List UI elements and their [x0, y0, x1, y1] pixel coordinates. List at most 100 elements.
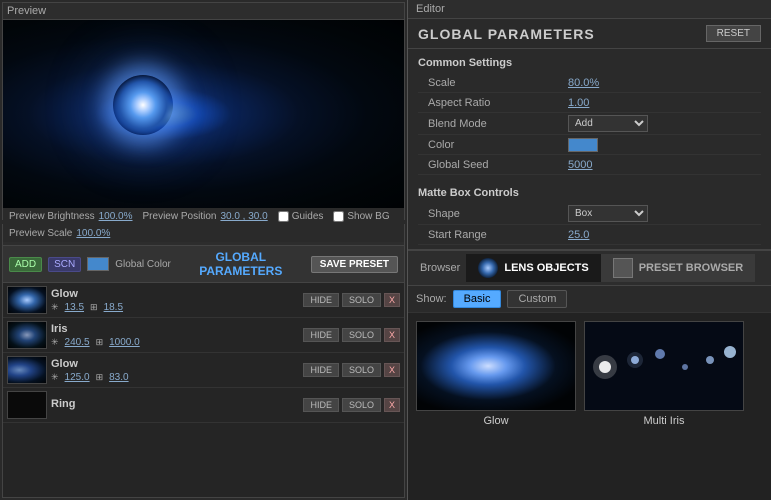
show-label: Show:	[416, 293, 447, 305]
common-settings-heading: Common Settings	[418, 57, 761, 69]
solo-button[interactable]: SOLO	[342, 293, 381, 307]
stack-thumbnail	[7, 321, 47, 349]
list-item: Iris ✳ 240.5 ⊞ 1000.0 HIDE SOLO X	[3, 318, 404, 353]
show-bg-checkbox[interactable]	[333, 211, 344, 222]
stack-item-info: Glow ✳ 125.0 ⊞ 83.0	[51, 358, 299, 383]
param2-value[interactable]: 83.0	[109, 372, 128, 383]
start-range-value[interactable]: 25.0	[568, 229, 589, 241]
global-color-swatch[interactable]	[87, 257, 109, 271]
color-swatch[interactable]	[568, 138, 598, 152]
preview-scale-label: Preview Scale	[9, 228, 72, 239]
global-color-label: Global Color	[115, 259, 171, 270]
solo-button[interactable]: SOLO	[342, 328, 381, 342]
shape-dropdown[interactable]: Box Circle	[568, 205, 648, 222]
browser-item[interactable]: Multi Iris	[584, 321, 744, 427]
stack-item-controls: HIDE SOLO X	[303, 293, 400, 307]
filter-custom-button[interactable]: Custom	[507, 290, 567, 308]
left-panel: Preview Preview Brightness 100.0% Previe…	[0, 0, 408, 500]
delete-button[interactable]: X	[384, 293, 400, 307]
solo-button[interactable]: SOLO	[342, 398, 381, 412]
scale-value[interactable]: 80.0%	[568, 77, 599, 89]
preset-browser-icon	[613, 258, 633, 278]
blend-mode-label: Blend Mode	[428, 118, 518, 130]
stack-item-info: Ring	[51, 398, 299, 412]
stack-item-name: Ring	[51, 398, 299, 410]
tab-lens-objects-label: LENS OBJECTS	[504, 262, 588, 274]
scn-button[interactable]: SCN	[48, 257, 81, 272]
stack-item-info: Glow ✳ 13.5 ⊞ 18.5	[51, 288, 299, 313]
preview-position-label: Preview Position	[143, 211, 217, 222]
reset-button[interactable]: RESET	[706, 25, 761, 42]
delete-button[interactable]: X	[384, 398, 400, 412]
global-seed-value[interactable]: 5000	[568, 159, 592, 171]
solo-button[interactable]: SOLO	[342, 363, 381, 377]
color-label: Color	[428, 139, 518, 151]
global-params-heading: GLOBAL PARAMETERS	[418, 26, 595, 42]
preview-brightness-value[interactable]: 100.0%	[99, 211, 133, 222]
scale-label: Scale	[428, 77, 518, 89]
show-bg-label: Show BG	[347, 211, 389, 222]
hide-button[interactable]: HIDE	[303, 293, 339, 307]
param2-icon: ⊞	[96, 337, 104, 348]
blend-mode-row: Blend Mode Add Screen Normal	[418, 113, 761, 135]
right-panel: Editor GLOBAL PARAMETERS RESET Common Se…	[408, 0, 771, 500]
editor-title: Editor	[408, 0, 771, 19]
hide-button[interactable]: HIDE	[303, 398, 339, 412]
browser-item[interactable]: Glow	[416, 321, 576, 427]
preview-scale-item: Preview Scale 100.0%	[9, 228, 110, 239]
aspect-ratio-row: Aspect Ratio 1.00	[418, 93, 761, 113]
hide-button[interactable]: HIDE	[303, 363, 339, 377]
save-preset-button[interactable]: SAVE PRESET	[311, 256, 398, 273]
start-range-label: Start Range	[428, 229, 518, 241]
param2-value[interactable]: 1000.0	[109, 337, 140, 348]
global-seed-row: Global Seed 5000	[418, 155, 761, 175]
stack-item-name: Glow	[51, 358, 299, 370]
add-button[interactable]: ADD	[9, 257, 42, 272]
preview-info-bar: Preview Brightness 100.0% Preview Positi…	[3, 208, 404, 225]
list-item: Glow ✳ 13.5 ⊞ 18.5 HIDE SOLO X	[3, 283, 404, 318]
param2-value[interactable]: 18.5	[104, 302, 123, 313]
param1-icon: ✳	[51, 302, 59, 313]
param1-value[interactable]: 125.0	[65, 372, 90, 383]
show-bg-item: Show BG	[333, 211, 389, 222]
preview-position-item: Preview Position 30.0 , 30.0	[143, 211, 268, 222]
shape-row: Shape Box Circle	[418, 203, 761, 225]
preview-section: Preview Preview Brightness 100.0% Previe…	[2, 2, 405, 220]
start-range-row: Start Range 25.0	[418, 225, 761, 245]
common-settings: Common Settings Scale 80.0% Aspect Ratio…	[408, 49, 771, 179]
stack-item-controls: HIDE SOLO X	[303, 363, 400, 377]
preview-canvas	[3, 20, 404, 208]
filter-basic-button[interactable]: Basic	[453, 290, 502, 308]
browser-thumb-multi	[584, 321, 744, 411]
tab-lens-objects[interactable]: LENS OBJECTS	[466, 254, 600, 282]
delete-button[interactable]: X	[384, 328, 400, 342]
tab-preset-browser[interactable]: PRESET BROWSER	[601, 254, 756, 282]
preview-brightness-label: Preview Brightness	[9, 211, 95, 222]
list-item: Glow ✳ 125.0 ⊞ 83.0 HIDE SOLO X	[3, 353, 404, 388]
param1-value[interactable]: 13.5	[65, 302, 84, 313]
stack-list: Glow ✳ 13.5 ⊞ 18.5 HIDE SOLO X	[3, 283, 404, 497]
param1-icon: ✳	[51, 337, 59, 348]
preview-position-value[interactable]: 30.0 , 30.0	[220, 211, 267, 222]
lens-objects-icon	[478, 258, 498, 278]
delete-button[interactable]: X	[384, 363, 400, 377]
guides-checkbox[interactable]	[278, 211, 289, 222]
preview-title: Preview	[3, 3, 404, 20]
stack-thumbnail	[7, 356, 47, 384]
stack-item-params: ✳ 125.0 ⊞ 83.0	[51, 372, 299, 383]
param1-value[interactable]: 240.5	[65, 337, 90, 348]
matte-box-heading: Matte Box Controls	[418, 187, 761, 199]
aspect-ratio-value[interactable]: 1.00	[568, 97, 589, 109]
color-row: Color	[418, 135, 761, 155]
hide-button[interactable]: HIDE	[303, 328, 339, 342]
browser-grid: Glow Multi Iris	[408, 313, 771, 435]
param1-icon: ✳	[51, 372, 59, 383]
param2-icon: ⊞	[96, 372, 104, 383]
stack-item-name: Iris	[51, 323, 299, 335]
blend-mode-dropdown[interactable]: Add Screen Normal	[568, 115, 648, 132]
global-seed-label: Global Seed	[428, 159, 518, 171]
editor-section: Editor GLOBAL PARAMETERS RESET Common Se…	[408, 0, 771, 250]
browser-item-label: Multi Iris	[644, 415, 685, 427]
preview-scale-value[interactable]: 100.0%	[76, 228, 110, 239]
browser-title-label: Browser	[414, 260, 466, 276]
